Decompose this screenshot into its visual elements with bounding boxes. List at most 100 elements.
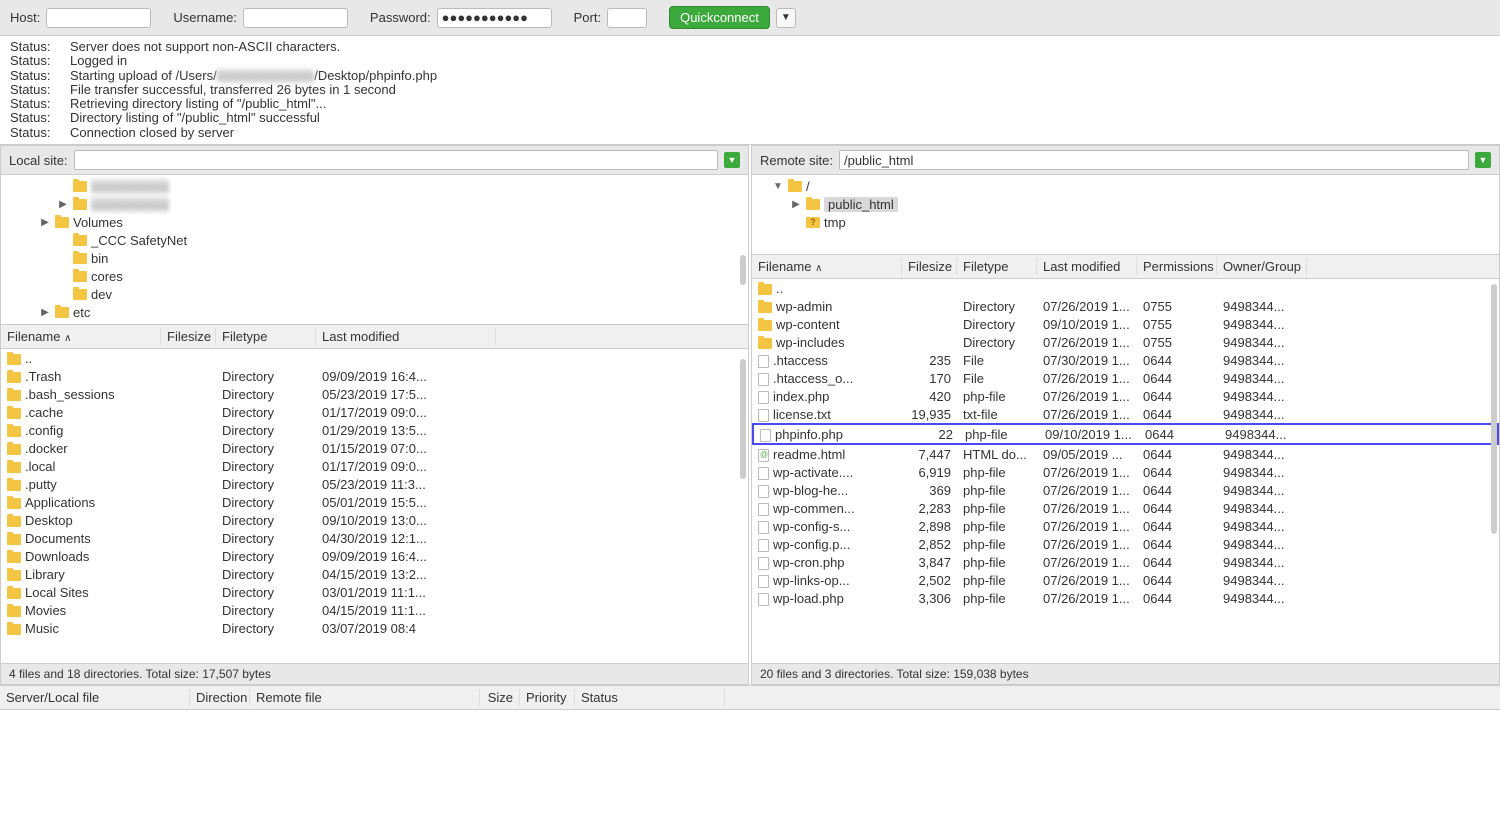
col-filetype[interactable]: Filetype: [957, 258, 1037, 275]
col-status[interactable]: Status: [575, 689, 725, 706]
file-row[interactable]: Downloads Directory 09/09/2019 16:4...: [1, 547, 748, 565]
file-row[interactable]: .bash_sessions Directory 05/23/2019 17:5…: [1, 385, 748, 403]
col-permissions[interactable]: Permissions: [1137, 258, 1217, 275]
file-row[interactable]: Documents Directory 04/30/2019 12:1...: [1, 529, 748, 547]
col-lastmodified[interactable]: Last modified: [316, 328, 496, 345]
file-row[interactable]: Local Sites Directory 03/01/2019 11:1...: [1, 583, 748, 601]
file-row[interactable]: Library Directory 04/15/2019 13:2...: [1, 565, 748, 583]
file-row[interactable]: Desktop Directory 09/10/2019 13:0...: [1, 511, 748, 529]
col-owner[interactable]: Owner/Group: [1217, 258, 1307, 275]
file-row[interactable]: index.php 420 php-file 07/26/2019 1... 0…: [752, 387, 1499, 405]
file-row[interactable]: .putty Directory 05/23/2019 11:3...: [1, 475, 748, 493]
col-remotefile[interactable]: Remote file: [250, 689, 480, 706]
file-row[interactable]: .local Directory 01/17/2019 09:0...: [1, 457, 748, 475]
file-owner: 9498344...: [1217, 591, 1307, 606]
scrollbar-icon[interactable]: [1491, 284, 1497, 534]
disclosure-arrow-icon[interactable]: ▶: [39, 307, 51, 318]
tree-item[interactable]: xxxxxxxxxxxx: [1, 177, 748, 195]
file-row[interactable]: .docker Directory 01/15/2019 07:0...: [1, 439, 748, 457]
tree-item[interactable]: cores: [1, 267, 748, 285]
disclosure-arrow-icon[interactable]: ▶: [790, 199, 802, 210]
file-type: File: [957, 353, 1037, 368]
folder-icon: [73, 181, 87, 192]
host-input[interactable]: [46, 8, 151, 28]
file-row[interactable]: ..: [752, 279, 1499, 297]
username-input[interactable]: [243, 8, 348, 28]
disclosure-arrow-icon[interactable]: ▼: [772, 181, 784, 192]
file-permissions: 0644: [1137, 573, 1217, 588]
remote-file-list[interactable]: .. wp-admin Directory 07/26/2019 1... 07…: [752, 279, 1499, 663]
tree-label: cores: [91, 269, 123, 284]
file-row[interactable]: license.txt 19,935 txt-file 07/26/2019 1…: [752, 405, 1499, 423]
file-size: 22: [904, 427, 959, 442]
file-row[interactable]: wp-blog-he... 369 php-file 07/26/2019 1.…: [752, 482, 1499, 500]
col-filetype[interactable]: Filetype: [216, 328, 316, 345]
file-row[interactable]: wp-load.php 3,306 php-file 07/26/2019 1.…: [752, 590, 1499, 608]
file-row[interactable]: .htaccess_o... 170 File 07/26/2019 1... …: [752, 369, 1499, 387]
local-file-list[interactable]: .. .Trash Directory 09/09/2019 16:4....b…: [1, 349, 748, 663]
col-filesize[interactable]: Filesize: [161, 328, 216, 345]
file-row[interactable]: .htaccess 235 File 07/30/2019 1... 0644 …: [752, 351, 1499, 369]
file-row[interactable]: Movies Directory 04/15/2019 11:1...: [1, 601, 748, 619]
col-lastmodified[interactable]: Last modified: [1037, 258, 1137, 275]
quickconnect-dropdown-icon[interactable]: ▼: [776, 8, 796, 28]
col-serverfile[interactable]: Server/Local file: [0, 689, 190, 706]
tree-item[interactable]: _CCC SafetyNet: [1, 231, 748, 249]
tree-item[interactable]: ▶ xxxxxxxxxxxx: [1, 195, 748, 213]
file-type: Directory: [216, 441, 316, 456]
remote-site-dropdown-icon[interactable]: ▼: [1475, 152, 1491, 168]
col-direction[interactable]: Direction: [190, 689, 250, 706]
file-row[interactable]: wp-commen... 2,283 php-file 07/26/2019 1…: [752, 500, 1499, 518]
col-size[interactable]: Size: [480, 689, 520, 706]
file-row[interactable]: readme.html 7,447 HTML do... 09/05/2019 …: [752, 445, 1499, 463]
tree-item[interactable]: ▼/: [752, 177, 1499, 195]
tree-item[interactable]: ▶Volumes: [1, 213, 748, 231]
file-permissions: 0644: [1137, 407, 1217, 422]
folder-icon: [7, 624, 21, 635]
col-filename[interactable]: Filename: [758, 259, 811, 274]
file-row[interactable]: wp-config.p... 2,852 php-file 07/26/2019…: [752, 536, 1499, 554]
disclosure-arrow-icon[interactable]: ▶: [57, 199, 69, 210]
file-type: Directory: [216, 477, 316, 492]
file-row[interactable]: wp-admin Directory 07/26/2019 1... 0755 …: [752, 297, 1499, 315]
tree-item[interactable]: ?tmp: [752, 213, 1499, 231]
col-filesize[interactable]: Filesize: [902, 258, 957, 275]
file-row[interactable]: ..: [1, 349, 748, 367]
file-name: wp-activate....: [773, 465, 853, 480]
folder-icon: [758, 284, 772, 295]
scrollbar-icon[interactable]: [740, 359, 746, 479]
tree-item[interactable]: bin: [1, 249, 748, 267]
remote-file-header[interactable]: Filename ∧ Filesize Filetype Last modifi…: [752, 255, 1499, 279]
tree-item[interactable]: dev: [1, 285, 748, 303]
password-input[interactable]: [437, 8, 552, 28]
file-row[interactable]: wp-activate.... 6,919 php-file 07/26/201…: [752, 463, 1499, 481]
disclosure-arrow-icon[interactable]: ▶: [39, 217, 51, 228]
file-row[interactable]: wp-config-s... 2,898 php-file 07/26/2019…: [752, 518, 1499, 536]
port-input[interactable]: [607, 8, 647, 28]
local-file-header[interactable]: Filename ∧ Filesize Filetype Last modifi…: [1, 325, 748, 349]
file-name: Desktop: [25, 513, 73, 528]
local-tree[interactable]: xxxxxxxxxxxx▶xxxxxxxxxxxx▶Volumes_CCC Sa…: [1, 175, 748, 325]
file-row[interactable]: .Trash Directory 09/09/2019 16:4...: [1, 367, 748, 385]
file-row[interactable]: wp-content Directory 09/10/2019 1... 075…: [752, 315, 1499, 333]
file-row[interactable]: Applications Directory 05/01/2019 15:5..…: [1, 493, 748, 511]
quickconnect-button[interactable]: Quickconnect: [669, 6, 770, 29]
col-priority[interactable]: Priority: [520, 689, 575, 706]
remote-site-input[interactable]: [839, 150, 1469, 170]
file-row[interactable]: wp-cron.php 3,847 php-file 07/26/2019 1.…: [752, 554, 1499, 572]
scrollbar-icon[interactable]: [740, 255, 746, 285]
file-row[interactable]: .cache Directory 01/17/2019 09:0...: [1, 403, 748, 421]
local-site-dropdown-icon[interactable]: ▼: [724, 152, 740, 168]
tree-item[interactable]: ▶public_html: [752, 195, 1499, 213]
file-row[interactable]: phpinfo.php 22 php-file 09/10/2019 1... …: [752, 423, 1499, 445]
col-filename[interactable]: Filename: [7, 329, 60, 344]
file-row[interactable]: wp-links-op... 2,502 php-file 07/26/2019…: [752, 572, 1499, 590]
tree-label: xxxxxxxxxxxx: [91, 197, 169, 212]
tree-item[interactable]: ▶etc: [1, 303, 748, 321]
file-modified: 07/26/2019 1...: [1037, 465, 1137, 480]
file-row[interactable]: Music Directory 03/07/2019 08:4: [1, 619, 748, 637]
file-row[interactable]: .config Directory 01/29/2019 13:5...: [1, 421, 748, 439]
remote-tree[interactable]: ▼/▶public_html?tmp: [752, 175, 1499, 255]
local-site-input[interactable]: [74, 150, 718, 170]
file-row[interactable]: wp-includes Directory 07/26/2019 1... 07…: [752, 333, 1499, 351]
